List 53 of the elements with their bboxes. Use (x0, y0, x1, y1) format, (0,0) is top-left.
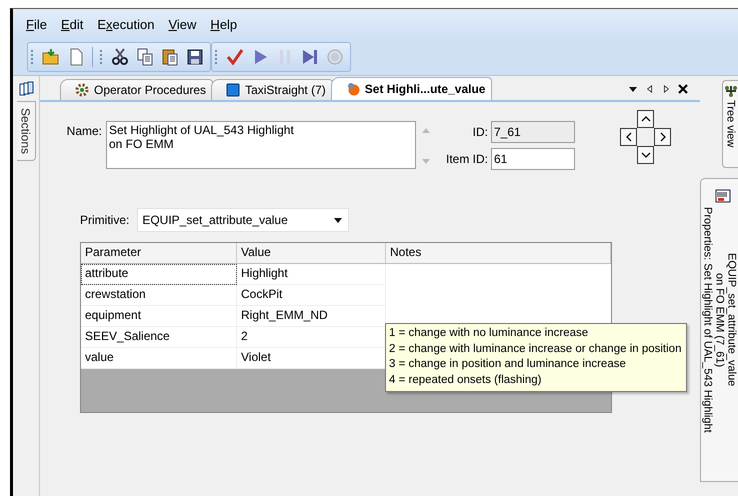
document-tab[interactable]: TaxiStraight (7) (211, 79, 333, 100)
down-button[interactable] (637, 146, 654, 164)
menu-item[interactable]: Execution (94, 16, 166, 32)
tree-view-tab[interactable]: Tree view (722, 80, 738, 168)
chevron-up-icon (640, 114, 650, 124)
left-button[interactable] (620, 128, 637, 146)
chevron-down-icon (640, 150, 650, 160)
menu-item[interactable]: View (165, 16, 208, 32)
properties-text: EQUIP_set_attribute_value (726, 253, 738, 386)
save-icon[interactable] (186, 48, 204, 66)
panels-icon[interactable] (18, 81, 34, 97)
primitive-dropdown[interactable]: EQUIP_set_attribute_value (137, 208, 350, 232)
paste-icon[interactable] (161, 48, 179, 66)
ball-icon (346, 82, 360, 96)
chevron-right-icon (658, 132, 668, 142)
checkmark-icon[interactable] (226, 48, 244, 66)
square-icon (226, 83, 240, 97)
properties-title: Properties: Set Highlight of UAL_543 Highlight (702, 207, 714, 433)
tooltip-line: 1 = change with no luminance increase (389, 326, 590, 341)
table-cell[interactable]: value (81, 348, 237, 369)
scissors-icon[interactable] (111, 48, 129, 66)
document-tab[interactable]: Set Highli...ute_value (330, 77, 492, 100)
properties-text: on FO EMM (7_61) (714, 272, 726, 367)
menu-item[interactable]: Edit (58, 16, 94, 32)
right-button[interactable] (654, 128, 671, 146)
up-button[interactable] (637, 110, 654, 128)
chevron-left-icon (624, 132, 634, 142)
caret-icon (334, 218, 342, 222)
copy-icon[interactable] (136, 48, 154, 66)
field-label: Primitive: (80, 213, 130, 227)
close-icon[interactable] (678, 84, 688, 94)
field-label: ID: (472, 125, 488, 139)
menu-item[interactable]: File (23, 16, 58, 32)
barcode-card-icon (714, 189, 730, 203)
step-forward-icon[interactable] (301, 48, 319, 66)
name-field[interactable]: Set Highlight of UAL_543 Highlight on FO EMM (106, 121, 416, 169)
gear-icon (75, 83, 89, 97)
tooltip-line: 2 = change with luminance increase or change in position (389, 342, 682, 356)
dropdown-icon[interactable] (628, 84, 638, 94)
document-tab[interactable]: Operator Procedures (60, 79, 214, 100)
scroll-right-icon[interactable] (662, 84, 670, 94)
field-label: Name: (66, 124, 102, 138)
tooltip-line: 4 = repeated onsets (flashing) (389, 372, 542, 388)
scroll-left-icon[interactable] (646, 84, 654, 94)
tooltip-line: 3 = change in position and luminance increase (389, 357, 627, 372)
sections-tab[interactable]: Sections (16, 101, 36, 162)
field-label: Item ID: (444, 152, 488, 166)
id-field[interactable]: 7_61 (491, 121, 575, 143)
properties-panel[interactable]: Properties: Set Highlight of UAL_543 Highlight on FO EMM (7_61) EQUIP_set_attribute_value (700, 178, 738, 482)
item-id-field[interactable]: 61 (491, 148, 575, 170)
menu-item[interactable]: Help (207, 16, 248, 32)
open-folder-icon[interactable] (42, 48, 60, 66)
tree-icon (724, 84, 738, 98)
